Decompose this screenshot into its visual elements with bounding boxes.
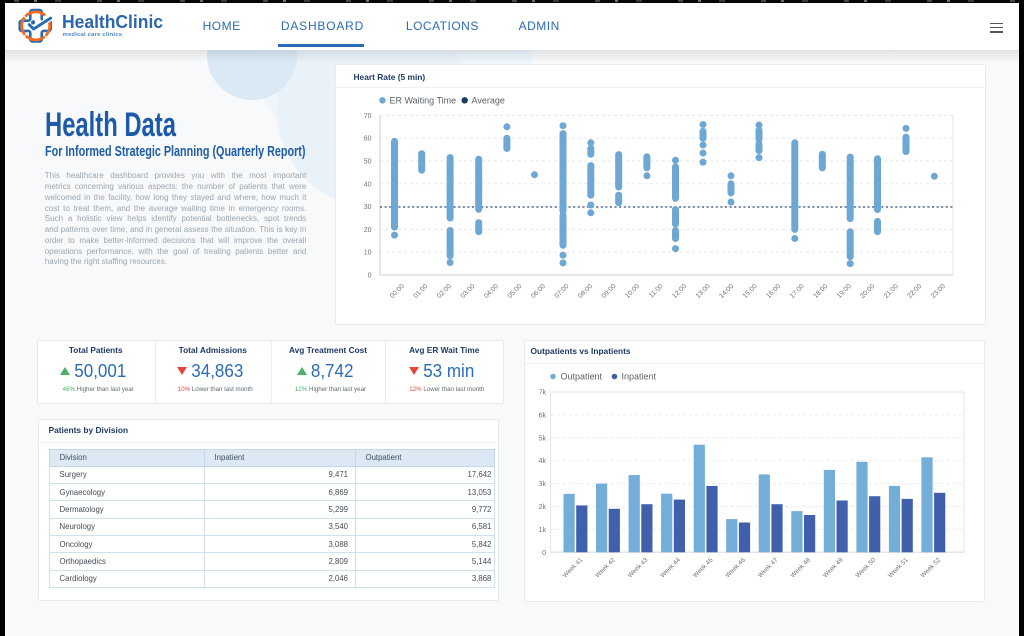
svg-text:7k: 7k: [539, 390, 547, 397]
svg-text:Week 50: Week 50: [855, 556, 878, 579]
svg-text:12:00: 12:00: [671, 283, 688, 300]
svg-text:00:00: 00:00: [389, 283, 406, 300]
svg-text:50: 50: [364, 159, 372, 166]
svg-text:Week 49: Week 49: [822, 556, 845, 579]
svg-text:Week 45: Week 45: [692, 556, 715, 579]
svg-text:Week 51: Week 51: [887, 556, 910, 579]
svg-text:30: 30: [364, 204, 372, 211]
svg-text:70: 70: [364, 113, 372, 120]
svg-text:03:00: 03:00: [460, 283, 477, 300]
svg-text:Week 48: Week 48: [789, 556, 812, 579]
svg-text:Week 46: Week 46: [724, 556, 747, 579]
svg-text:21:00: 21:00: [883, 283, 900, 300]
svg-text:20: 20: [364, 227, 372, 234]
svg-text:3k: 3k: [539, 481, 547, 488]
svg-text:15:00: 15:00: [742, 283, 759, 300]
svg-text:4k: 4k: [539, 458, 547, 465]
svg-text:1k: 1k: [539, 527, 547, 534]
svg-text:16:00: 16:00: [765, 283, 782, 300]
svg-text:5k: 5k: [539, 435, 547, 442]
svg-text:Week 41: Week 41: [562, 556, 585, 579]
svg-text:Week 44: Week 44: [659, 556, 682, 579]
svg-text:18:00: 18:00: [812, 283, 829, 300]
svg-text:40: 40: [364, 181, 372, 188]
svg-text:Week 52: Week 52: [920, 556, 943, 579]
svg-text:Outpatient: Outpatient: [561, 372, 603, 382]
svg-text:2k: 2k: [539, 504, 547, 511]
svg-text:08:00: 08:00: [577, 283, 594, 300]
svg-text:10:00: 10:00: [624, 283, 641, 300]
svg-text:06:00: 06:00: [530, 283, 547, 300]
svg-text:20:00: 20:00: [859, 283, 876, 300]
svg-text:Week 42: Week 42: [594, 556, 617, 579]
svg-text:01:00: 01:00: [412, 283, 429, 300]
svg-text:0: 0: [542, 550, 546, 557]
svg-text:02:00: 02:00: [436, 283, 453, 300]
svg-text:ER Waiting Time: ER Waiting Time: [390, 95, 457, 105]
svg-text:Week 47: Week 47: [757, 556, 780, 579]
svg-text:0: 0: [368, 273, 372, 280]
svg-text:10: 10: [364, 250, 372, 257]
svg-text:17:00: 17:00: [789, 283, 806, 300]
svg-text:19:00: 19:00: [836, 283, 853, 300]
svg-text:Average: Average: [472, 95, 505, 105]
svg-text:14:00: 14:00: [718, 283, 735, 300]
svg-text:Inpatient: Inpatient: [622, 372, 657, 382]
svg-text:23:00: 23:00: [930, 283, 947, 300]
svg-text:07:00: 07:00: [554, 283, 571, 300]
svg-text:04:00: 04:00: [483, 283, 500, 300]
svg-text:05:00: 05:00: [507, 283, 524, 300]
svg-text:60: 60: [364, 136, 372, 143]
svg-text:6k: 6k: [539, 412, 547, 419]
svg-text:Week 43: Week 43: [627, 556, 650, 579]
svg-text:22:00: 22:00: [906, 283, 923, 300]
svg-text:13:00: 13:00: [695, 283, 712, 300]
svg-text:09:00: 09:00: [601, 283, 618, 300]
svg-text:11:00: 11:00: [648, 283, 665, 300]
